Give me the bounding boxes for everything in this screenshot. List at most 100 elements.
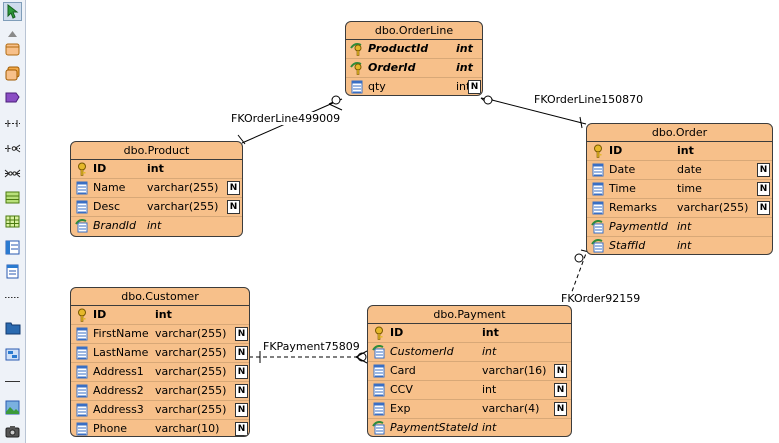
column-type: varchar(16) [482, 364, 547, 377]
column-icon [372, 402, 386, 416]
dashed-line-icon[interactable] [3, 288, 22, 307]
column-icon [75, 365, 89, 379]
column-type: int [482, 421, 497, 434]
foreign-key-icon [591, 239, 605, 253]
entity-product[interactable]: dbo.Product ID int Name varchar(255) N Desc var… [70, 141, 243, 237]
select-icon[interactable] [3, 2, 22, 21]
line-icon[interactable] [3, 372, 22, 391]
column-row[interactable]: Phone varchar(10) N [71, 420, 249, 436]
many-to-many-relationship-icon[interactable] [3, 164, 22, 183]
view-icon[interactable] [3, 64, 22, 83]
column-name: Phone [93, 422, 128, 435]
column-icon [75, 403, 89, 417]
column-row[interactable]: LastName varchar(255) N [71, 344, 249, 363]
entity-payment[interactable]: dbo.Payment ID int CustomerId int Card varchar… [367, 305, 572, 437]
column-row[interactable]: CCV int N [368, 381, 571, 400]
entity-title[interactable]: dbo.Payment [368, 306, 571, 324]
foreign-key-icon [372, 345, 386, 359]
column-icon [372, 364, 386, 378]
column-row[interactable]: qty int N [346, 78, 482, 95]
column-type: varchar(255) [155, 365, 227, 378]
column-icon [75, 327, 89, 341]
diagram-canvas[interactable]: FKOrderLine499009 FKOrderLine150870 FKOr… [26, 0, 779, 443]
column-name: Name [93, 181, 126, 194]
column-icon [75, 200, 89, 214]
column-row[interactable]: FirstName varchar(255) N [71, 325, 249, 344]
column-row[interactable]: Time time N [587, 180, 772, 199]
column-row[interactable]: Desc varchar(255) N [71, 198, 242, 217]
column-row[interactable]: PaymentStateId int [368, 419, 571, 436]
column-row[interactable]: Exp varchar(4) N [368, 400, 571, 419]
column-row[interactable]: ID int [71, 160, 242, 179]
package-icon[interactable] [3, 318, 22, 337]
column-name: qty [368, 80, 386, 93]
column-type: int [456, 61, 473, 74]
column-row[interactable]: ID int [71, 306, 249, 325]
nullable-badge: N [468, 80, 481, 94]
nullable-badge: N [757, 182, 770, 196]
entity-orderline[interactable]: dbo.OrderLine ProductId int OrderId int qty in… [345, 21, 483, 96]
column-name: Address3 [93, 403, 144, 416]
fk-payment-customer-label[interactable]: FKPayment75809 [263, 340, 360, 353]
entity-icon[interactable] [3, 40, 22, 59]
nullable-badge: N [235, 384, 248, 398]
column-row[interactable]: StaffId int [587, 237, 772, 254]
column-type: varchar(10) [155, 422, 220, 435]
column-icon [591, 201, 605, 215]
camera-icon[interactable] [3, 422, 22, 441]
column-icon [75, 346, 89, 360]
table-grid-icon[interactable] [3, 212, 22, 231]
fk-orderline-order-label[interactable]: FKOrderLine150870 [534, 93, 644, 106]
column-row[interactable]: Remarks varchar(255) N [587, 199, 772, 218]
database-icon[interactable] [3, 345, 22, 364]
column-name: CustomerId [390, 345, 454, 358]
nullable-badge: N [235, 327, 248, 341]
entity-title[interactable]: dbo.OrderLine [346, 22, 482, 40]
one-to-one-relationship-icon[interactable] [3, 114, 22, 133]
column-name: PaymentId [609, 220, 668, 233]
column-row[interactable]: ProductId int [346, 40, 482, 59]
table-record-icon[interactable] [3, 188, 22, 207]
column-row[interactable]: Name varchar(255) N [71, 179, 242, 198]
column-type: varchar(255) [147, 200, 219, 213]
column-name: LastName [93, 346, 149, 359]
entity-title[interactable]: dbo.Order [587, 124, 772, 142]
column-row[interactable]: Date date N [587, 161, 772, 180]
column-row[interactable]: Address2 varchar(255) N [71, 382, 249, 401]
column-icon [591, 163, 605, 177]
column-name: OrderId [368, 61, 416, 74]
column-row[interactable]: CustomerId int [368, 343, 571, 362]
one-to-many-relationship-icon[interactable] [3, 139, 22, 158]
entity-title[interactable]: dbo.Product [71, 142, 242, 160]
fk-orderline-product-label[interactable]: FKOrderLine499009 [231, 112, 341, 125]
nullable-badge: N [227, 181, 240, 195]
stored-procedure-icon[interactable] [3, 88, 22, 107]
column-row[interactable]: BrandId int [71, 217, 242, 235]
column-type: varchar(255) [155, 384, 227, 397]
column-list-icon[interactable] [3, 238, 22, 257]
primary-key-icon [75, 162, 89, 176]
nullable-badge: N [554, 402, 567, 416]
column-row[interactable]: Address1 varchar(255) N [71, 363, 249, 382]
column-name: ID [93, 308, 107, 321]
column-row[interactable]: ID int [368, 324, 571, 343]
column-name: PaymentStateId [390, 421, 478, 434]
column-type: varchar(255) [155, 346, 227, 359]
column-type: int [482, 383, 497, 396]
note-icon[interactable] [3, 262, 22, 281]
entity-order[interactable]: dbo.Order ID int Date date N Time time N Remarks v… [586, 123, 773, 255]
column-type: int [482, 345, 497, 358]
entity-title[interactable]: dbo.Customer [71, 288, 249, 306]
column-row[interactable]: PaymentId int [587, 218, 772, 237]
column-row[interactable]: Card varchar(16) N [368, 362, 571, 381]
nullable-badge: N [235, 346, 248, 360]
column-name: StaffId [609, 239, 646, 252]
column-row[interactable]: Address3 varchar(255) N [71, 401, 249, 420]
column-row[interactable]: ID int [587, 142, 772, 161]
image-icon[interactable] [3, 398, 22, 417]
column-name: BrandId [93, 219, 136, 232]
column-type: int [456, 42, 473, 55]
column-row[interactable]: OrderId int [346, 59, 482, 78]
entity-customer[interactable]: dbo.Customer ID int FirstName varchar(255) N L… [70, 287, 250, 437]
fk-order-payment-label[interactable]: FKOrder92159 [561, 292, 641, 305]
